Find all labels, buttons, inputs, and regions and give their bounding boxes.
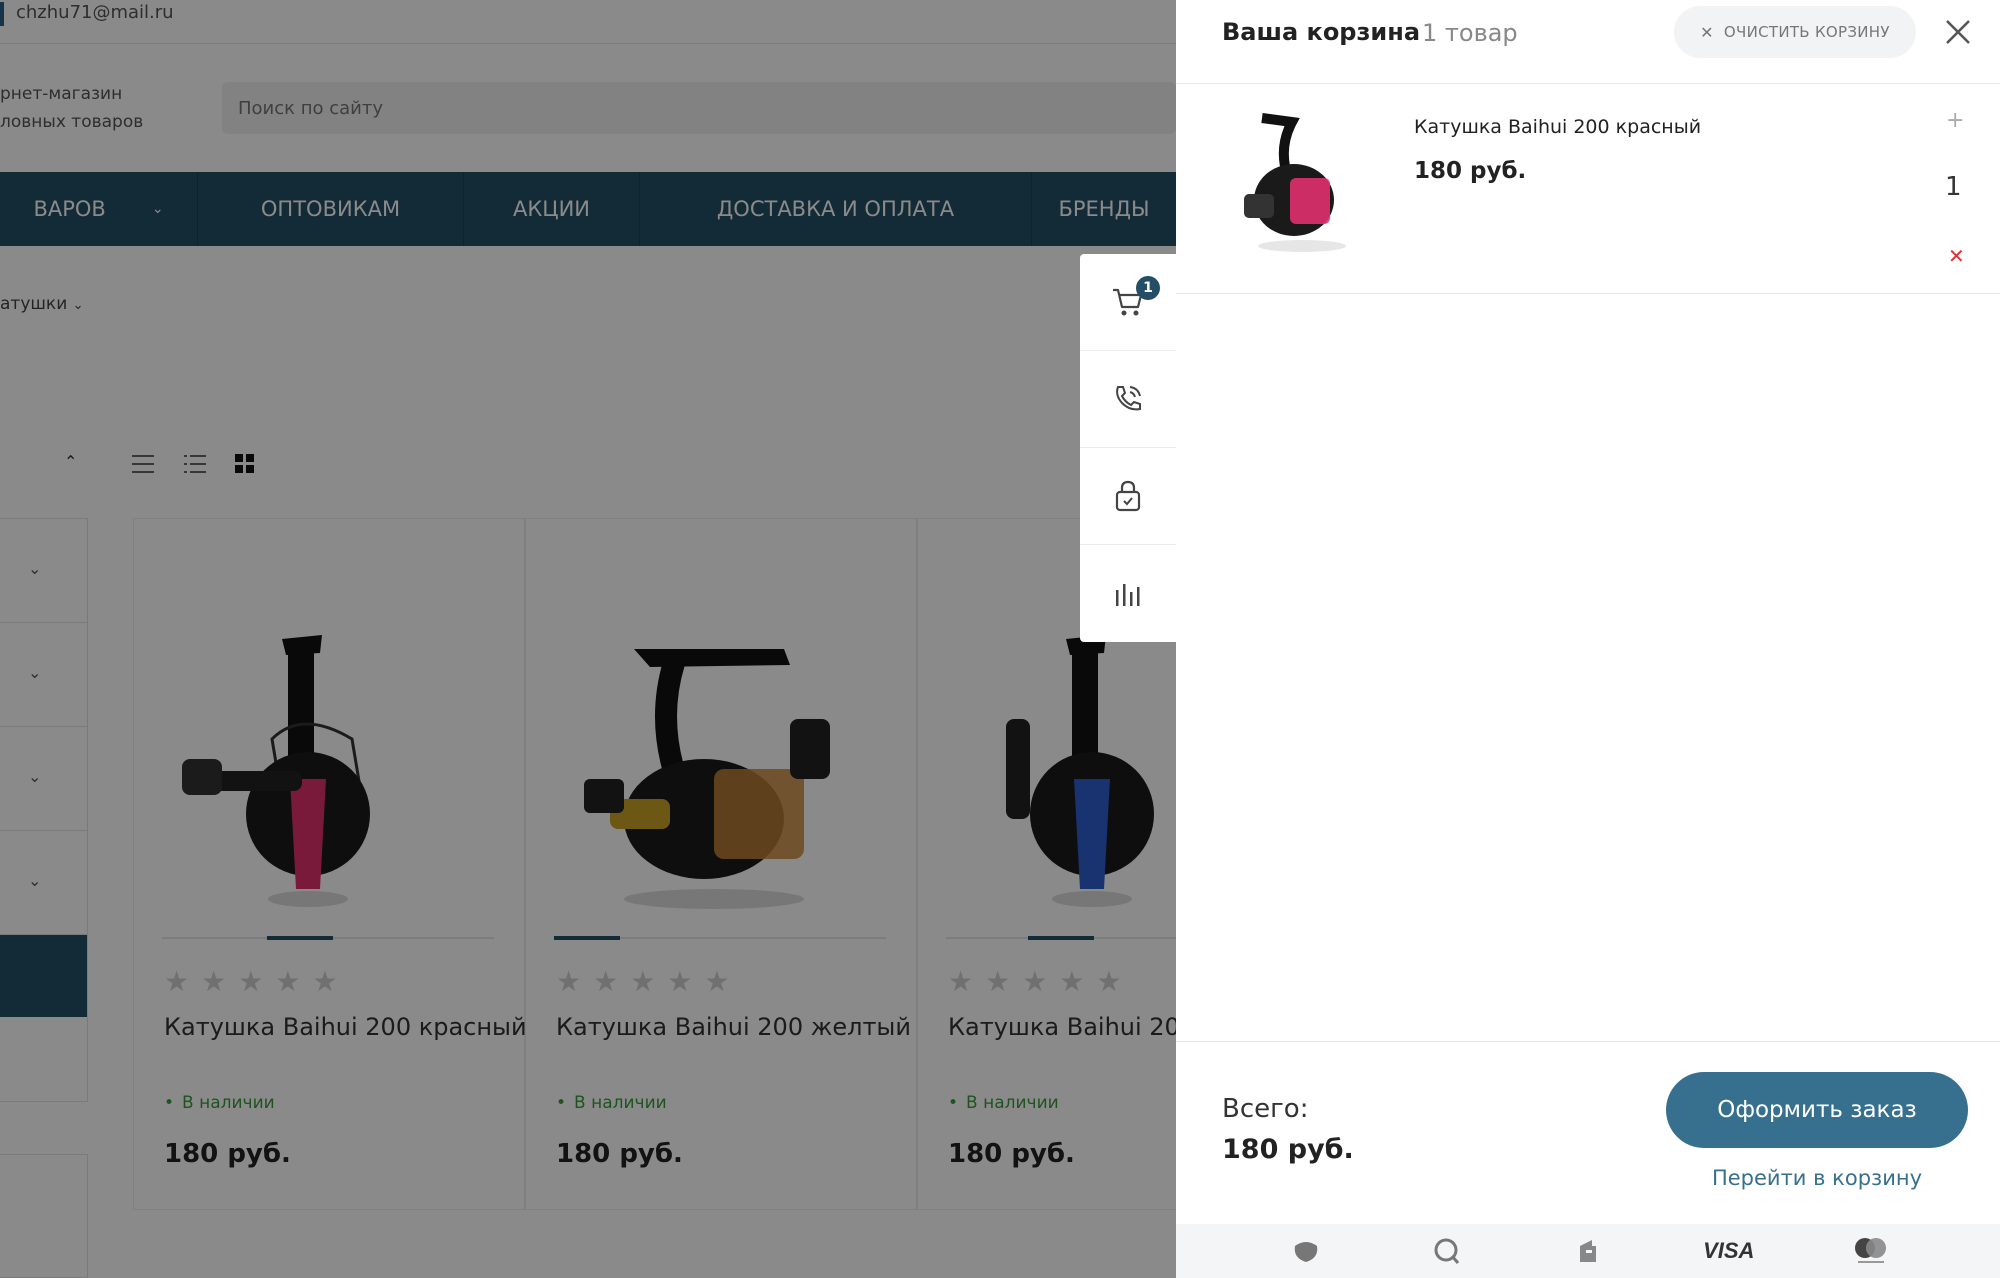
side-toolbar: 1 bbox=[1080, 254, 1176, 642]
go-to-cart-link[interactable]: Перейти в корзину bbox=[1666, 1166, 1968, 1190]
qiwi-icon bbox=[1417, 1231, 1477, 1271]
close-icon bbox=[1946, 20, 1970, 44]
clear-cart-label: ОЧИСТИТЬ КОРЗИНУ bbox=[1723, 23, 1890, 41]
cart-header: Ваша корзина 1 товар ✕ ОЧИСТИТЬ КОРЗИНУ bbox=[1176, 0, 2000, 84]
phone-callback-icon bbox=[1116, 386, 1141, 411]
account-tool-button[interactable] bbox=[1080, 448, 1176, 545]
cart-item-image[interactable] bbox=[1232, 108, 1372, 258]
lock-bag-icon bbox=[1115, 480, 1141, 512]
qty-value[interactable]: 1 bbox=[1945, 172, 1962, 202]
payment-methods: VISA bbox=[1176, 1224, 2000, 1278]
visa-icon: VISA bbox=[1699, 1231, 1759, 1271]
clear-cart-button[interactable]: ✕ ОЧИСТИТЬ КОРЗИНУ bbox=[1674, 6, 1916, 58]
callback-tool-button[interactable] bbox=[1080, 351, 1176, 448]
yandex-money-icon bbox=[1558, 1231, 1618, 1271]
cart-tool-button[interactable]: 1 bbox=[1080, 254, 1176, 351]
mastercard-icon bbox=[1840, 1231, 1900, 1271]
close-drawer-button[interactable] bbox=[1940, 14, 1976, 50]
total-label: Всего: bbox=[1222, 1094, 1309, 1124]
qty-increase-button[interactable]: + bbox=[1946, 108, 1964, 133]
webmoney-icon bbox=[1276, 1231, 1336, 1271]
cart-footer: Всего: 180 руб. Оформить заказ Перейти в… bbox=[1176, 1041, 2000, 1225]
visa-label: VISA bbox=[1703, 1238, 1755, 1263]
total-value: 180 руб. bbox=[1222, 1134, 1354, 1165]
cart-item-count: 1 товар bbox=[1422, 19, 1518, 47]
modal-backdrop[interactable] bbox=[0, 0, 1176, 1278]
cart-title: Ваша корзина bbox=[1222, 18, 1421, 46]
close-icon: ✕ bbox=[1700, 22, 1714, 42]
cart-drawer: Ваша корзина 1 товар ✕ ОЧИСТИТЬ КОРЗИНУ … bbox=[1176, 0, 2000, 1278]
cart-count-badge: 1 bbox=[1136, 276, 1160, 300]
cart-item-name[interactable]: Катушка Baihui 200 красный bbox=[1414, 116, 1701, 138]
compare-tool-button[interactable] bbox=[1080, 545, 1176, 642]
cart-line-item: Катушка Baihui 200 красный 180 руб. + 1 … bbox=[1176, 84, 2000, 294]
remove-item-icon[interactable]: ✕ bbox=[1948, 244, 1965, 268]
cart-item-price: 180 руб. bbox=[1414, 158, 1527, 184]
chart-bars-icon bbox=[1116, 583, 1140, 606]
checkout-button[interactable]: Оформить заказ bbox=[1666, 1072, 1968, 1148]
